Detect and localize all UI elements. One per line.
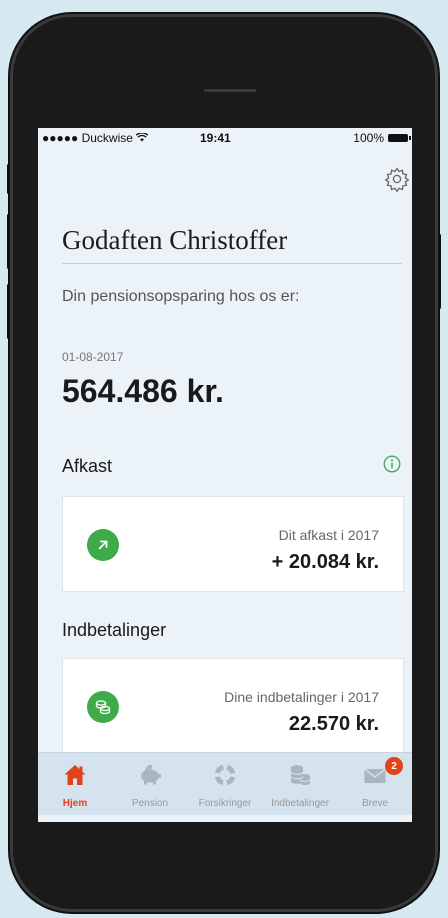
subtitle: Din pensionsopsparing hos os er: xyxy=(62,288,300,305)
carrier-text: ●●●●● Duckwise xyxy=(42,131,133,145)
afkast-label: Dit afkast i 2017 xyxy=(278,527,379,543)
arrow-up-right-icon xyxy=(98,540,108,550)
unread-badge: 2 xyxy=(385,757,403,775)
envelope-icon xyxy=(364,768,386,783)
balance-amount: 564.486 kr. xyxy=(62,373,224,409)
afkast-value: + 20.084 kr. xyxy=(271,551,379,573)
speaker-grille xyxy=(204,89,256,92)
battery-status: 100% xyxy=(353,131,411,145)
lifebuoy-icon xyxy=(214,764,236,786)
battery-percent: 100% xyxy=(353,131,384,145)
wifi-icon xyxy=(136,132,149,142)
settings-gear-icon[interactable] xyxy=(384,166,410,192)
page-title: Godaften Christoffer xyxy=(62,225,288,255)
indbetalinger-card[interactable]: Dine indbetalinger i 2017 22.570 kr. xyxy=(62,658,404,754)
title-divider xyxy=(62,263,402,264)
tab-pension[interactable]: Pension xyxy=(113,753,187,815)
app-screen: ●●●●● Duckwise 19:41 100% Godaften Chris… xyxy=(38,128,412,822)
info-icon[interactable] xyxy=(383,455,401,473)
coin-stack-icon xyxy=(290,765,311,785)
tab-label-indbetalinger: Indbetalinger xyxy=(271,798,329,809)
clock: 19:41 xyxy=(200,131,231,145)
tab-label-pension: Pension xyxy=(131,798,169,809)
balance-date: 01-08-2017 xyxy=(62,350,124,364)
mute-switch xyxy=(7,164,10,194)
power-button xyxy=(438,234,441,309)
piggy-bank-icon xyxy=(141,764,161,785)
volume-down-button xyxy=(7,284,10,339)
indbetalinger-label: Dine indbetalinger i 2017 xyxy=(224,689,379,705)
tab-indbetalinger[interactable]: Indbetalinger xyxy=(263,753,337,815)
status-bar: ●●●●● Duckwise 19:41 100% xyxy=(38,128,412,150)
afkast-card[interactable]: Dit afkast i 2017 + 20.084 kr. xyxy=(62,496,404,592)
tab-bar: Hjem Pension Forsikringer Indbetalinger … xyxy=(38,752,412,815)
indbetalinger-heading: Indbetalinger xyxy=(62,620,167,640)
volume-up-button xyxy=(7,214,10,269)
afkast-heading: Afkast xyxy=(62,456,113,476)
tab-label-forsikringer: Forsikringer xyxy=(198,798,252,809)
tab-breve[interactable]: 2 Breve xyxy=(338,753,412,815)
tab-forsikringer[interactable]: Forsikringer xyxy=(188,753,262,815)
tab-hjem[interactable]: Hjem xyxy=(38,753,112,815)
coins-badge xyxy=(87,691,119,723)
trend-up-badge xyxy=(87,529,119,561)
home-icon xyxy=(64,765,86,785)
carrier-label: ●●●●● Duckwise xyxy=(42,131,149,145)
battery-icon xyxy=(388,134,411,142)
indbetalinger-value: 22.570 kr. xyxy=(288,713,379,735)
coins-icon xyxy=(95,700,111,715)
tab-label-breve: Breve xyxy=(361,798,389,809)
tab-label-hjem: Hjem xyxy=(62,798,88,809)
